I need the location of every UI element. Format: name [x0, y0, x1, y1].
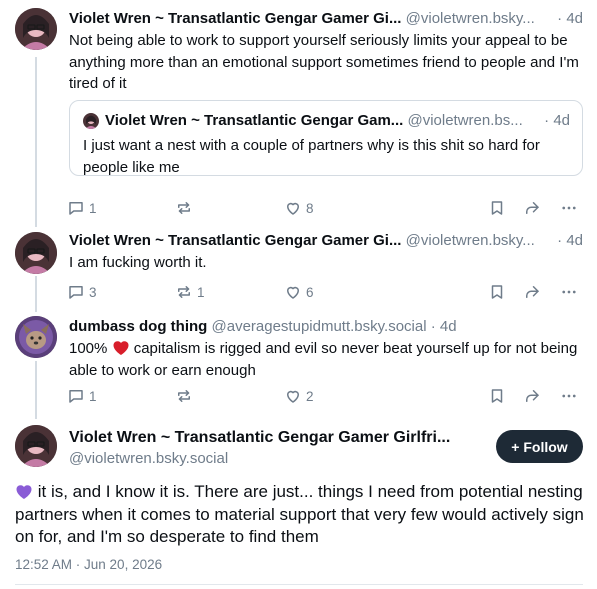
- main-author-handle[interactable]: @violetwren.bsky.social: [69, 448, 228, 470]
- more-icon: [562, 394, 576, 398]
- like-button[interactable]: 6: [284, 281, 314, 303]
- follow-button[interactable]: + Follow: [496, 430, 583, 463]
- avatar[interactable]: [15, 316, 57, 358]
- more-options-button[interactable]: [560, 197, 578, 219]
- post-time[interactable]: 4d: [566, 232, 583, 249]
- post-time[interactable]: 4d: [440, 318, 457, 335]
- bookmark-icon: [491, 201, 503, 215]
- reply-icon: [69, 286, 83, 299]
- bookmark-button[interactable]: [488, 197, 506, 219]
- more-icon: [562, 290, 576, 294]
- red-heart-emoji-icon: [113, 341, 129, 355]
- like-button[interactable]: 2: [284, 385, 314, 407]
- like-icon: [287, 286, 299, 299]
- quote-author-name: Violet Wren ~ Transatlantic Gengar Gam..…: [105, 112, 404, 129]
- share-button[interactable]: [523, 281, 541, 303]
- post-text-prefix: 100%: [69, 340, 108, 357]
- repost-icon: [178, 390, 190, 402]
- like-icon: [287, 390, 299, 403]
- post-header: Violet Wren ~ Transatlantic Gengar Gamer…: [69, 230, 583, 252]
- like-count: 2: [306, 388, 314, 404]
- author-name[interactable]: dumbass dog thing: [69, 318, 207, 335]
- post-text: Not being able to work to support yourse…: [69, 32, 579, 92]
- post-time[interactable]: 4d: [566, 10, 583, 27]
- post-text-suffix: capitalism is rigged and evil so never b…: [69, 340, 578, 379]
- avatar[interactable]: [15, 232, 57, 274]
- post[interactable]: Violet Wren ~ Transatlantic Gengar Gamer…: [0, 8, 597, 218]
- avatar[interactable]: [15, 8, 57, 50]
- repost-icon: [178, 202, 190, 214]
- repost-icon: [178, 286, 190, 298]
- post-actions: 1 2: [67, 385, 583, 407]
- post-actions: 1 8: [67, 197, 583, 219]
- share-icon: [526, 390, 539, 402]
- author-handle[interactable]: @violetwren.bsky...: [406, 10, 535, 27]
- quote-header: Violet Wren ~ Transatlantic Gengar Gam..…: [105, 110, 570, 132]
- post-text: I am fucking worth it.: [69, 254, 207, 271]
- repost-button[interactable]: 1: [175, 281, 205, 303]
- reply-count: 3: [89, 284, 97, 300]
- main-post-timestamp[interactable]: 12:52 AM · Jun 20, 2026: [15, 557, 162, 572]
- more-options-button[interactable]: [560, 385, 578, 407]
- repost-button[interactable]: [175, 385, 197, 407]
- main-post-text: it is, and I know it is. There are just.…: [15, 481, 585, 549]
- like-button[interactable]: 8: [284, 197, 314, 219]
- author-name[interactable]: Violet Wren ~ Transatlantic Gengar Gamer…: [69, 10, 401, 27]
- share-icon: [526, 286, 539, 298]
- avatar: [83, 113, 99, 129]
- post-header: dumbass dog thing @averagestupidmutt.bsk…: [69, 318, 457, 335]
- main-author-name[interactable]: Violet Wren ~ Transatlantic Gengar Gamer…: [69, 427, 450, 449]
- bookmark-button[interactable]: [488, 385, 506, 407]
- bookmark-icon: [491, 389, 503, 403]
- reply-button[interactable]: 1: [67, 385, 97, 407]
- main-post-body: it is, and I know it is. There are just.…: [15, 482, 584, 546]
- reply-count: 1: [89, 200, 97, 216]
- main-avatar[interactable]: [15, 425, 57, 467]
- post[interactable]: dumbass dog thing @averagestupidmutt.bsk…: [0, 316, 597, 416]
- author-handle[interactable]: @averagestupidmutt.bsky.social: [212, 318, 427, 335]
- divider: [15, 584, 583, 585]
- share-icon: [526, 202, 539, 214]
- bookmark-icon: [491, 285, 503, 299]
- share-button[interactable]: [523, 385, 541, 407]
- bookmark-button[interactable]: [488, 281, 506, 303]
- reply-count: 1: [89, 388, 97, 404]
- like-count: 8: [306, 200, 314, 216]
- more-icon: [562, 206, 576, 210]
- more-options-button[interactable]: [560, 281, 578, 303]
- quote-text: I just want a nest with a couple of part…: [83, 137, 540, 176]
- author-name[interactable]: Violet Wren ~ Transatlantic Gengar Gamer…: [69, 232, 401, 249]
- reply-icon: [69, 202, 83, 215]
- repost-count: 1: [197, 284, 205, 300]
- reply-button[interactable]: 1: [67, 197, 97, 219]
- post-header: Violet Wren ~ Transatlantic Gengar Gamer…: [69, 8, 583, 30]
- like-count: 6: [306, 284, 314, 300]
- post-text: 100% capitalism is rigged and evil so ne…: [69, 338, 583, 381]
- quoted-post[interactable]: Violet Wren ~ Transatlantic Gengar Gam..…: [69, 100, 583, 176]
- post[interactable]: Violet Wren ~ Transatlantic Gengar Gamer…: [0, 230, 597, 310]
- author-handle[interactable]: @violetwren.bsky...: [406, 232, 535, 249]
- purple-heart-emoji-icon: [16, 485, 32, 499]
- repost-button[interactable]: [175, 197, 197, 219]
- quote-author-handle: @violetwren.bs...: [407, 112, 523, 129]
- reply-icon: [69, 390, 83, 403]
- quote-time: 4d: [553, 112, 570, 129]
- reply-button[interactable]: 3: [67, 281, 97, 303]
- share-button[interactable]: [523, 197, 541, 219]
- like-icon: [287, 202, 299, 215]
- post-actions: 3 1 6: [67, 281, 583, 303]
